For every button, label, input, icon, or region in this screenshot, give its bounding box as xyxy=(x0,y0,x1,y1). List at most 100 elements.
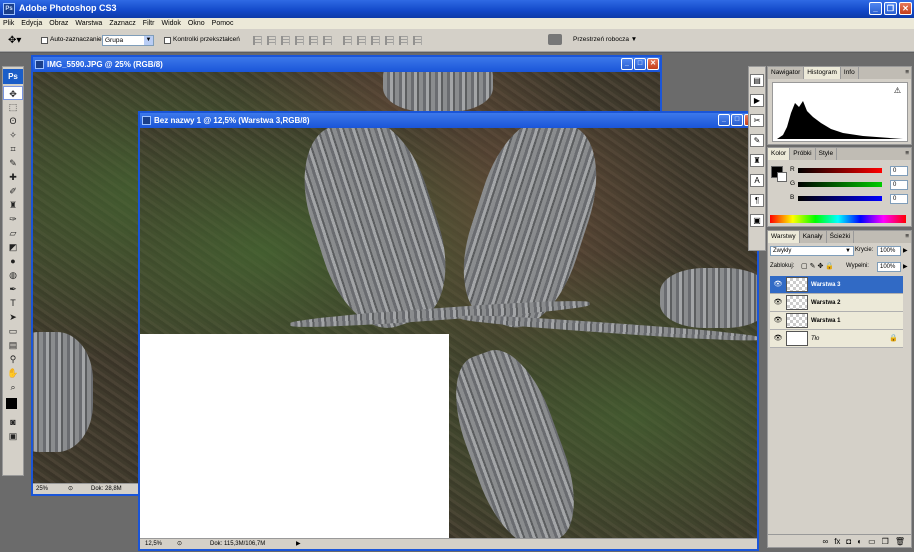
path-selection-tool-icon[interactable]: ➤ xyxy=(3,310,23,324)
panel-menu-icon[interactable]: ≡ xyxy=(903,231,911,243)
distribute-right-icon[interactable] xyxy=(413,36,422,45)
menu-widok[interactable]: Widok xyxy=(161,18,180,29)
align-top-icon[interactable] xyxy=(253,36,262,45)
tab-color[interactable]: Kolor xyxy=(768,148,791,160)
status-info-icon[interactable]: ⊙ xyxy=(68,484,73,494)
character-panel-icon[interactable]: A xyxy=(750,174,764,187)
foreground-color-swatch[interactable] xyxy=(6,398,17,409)
eyedropper-tool-icon[interactable]: ⚲ xyxy=(3,352,23,366)
close-button[interactable]: ✕ xyxy=(899,2,912,15)
color-spectrum-bar[interactable] xyxy=(770,215,906,223)
zoom-tool-icon[interactable]: ⌕ xyxy=(3,380,23,394)
document-title-bar[interactable]: IMG_5590.JPG @ 25% (RGB/8) _ □ ✕ xyxy=(33,57,660,72)
doc1-minimize-button[interactable]: _ xyxy=(621,58,633,70)
delete-layer-icon[interactable]: 🗑 xyxy=(895,535,905,547)
slice-tool-icon[interactable]: ✎ xyxy=(3,156,23,170)
tab-channels[interactable]: Kanały xyxy=(800,231,827,243)
blue-slider[interactable] xyxy=(798,196,882,201)
layer-comps-icon[interactable]: ▣ xyxy=(750,214,764,227)
menu-plik[interactable]: Plik xyxy=(3,18,14,29)
align-left-icon[interactable] xyxy=(295,36,304,45)
transform-controls-checkbox[interactable] xyxy=(164,37,171,44)
fill-input[interactable]: 100% xyxy=(877,262,901,272)
green-value-input[interactable]: 0 xyxy=(890,180,908,190)
lasso-tool-icon[interactable]: ʘ xyxy=(3,114,23,128)
fill-arrow-icon[interactable]: ▶ xyxy=(903,263,908,270)
align-bottom-icon[interactable] xyxy=(281,36,290,45)
layer-row[interactable]: 👁 Warstwa 3 xyxy=(770,276,903,294)
move-tool-icon[interactable]: ✥ xyxy=(3,86,23,100)
layer-mask-icon[interactable]: ◘ xyxy=(846,535,851,547)
menu-okno[interactable]: Okno xyxy=(188,18,205,29)
menu-obraz[interactable]: Obraz xyxy=(49,18,68,29)
bridge-icon[interactable] xyxy=(548,34,562,45)
menu-warstwa[interactable]: Warstwa xyxy=(75,18,102,29)
distribute-top-icon[interactable] xyxy=(343,36,352,45)
clone-stamp-tool-icon[interactable]: ♜ xyxy=(3,198,23,212)
minimize-button[interactable]: _ xyxy=(869,2,882,15)
menu-edycja[interactable]: Edycja xyxy=(21,18,42,29)
marquee-tool-icon[interactable]: ⬚ xyxy=(3,100,23,114)
align-right-icon[interactable] xyxy=(323,36,332,45)
paragraph-panel-icon[interactable]: ¶ xyxy=(750,194,764,207)
zoom-value[interactable]: 12,5% xyxy=(145,539,162,549)
brushes-panel-icon[interactable]: ✎ xyxy=(750,134,764,147)
layer-row[interactable]: 👁 Warstwa 2 xyxy=(770,294,903,312)
doc2-minimize-button[interactable]: _ xyxy=(718,114,730,126)
doc1-close-button[interactable]: ✕ xyxy=(647,58,659,70)
notes-tool-icon[interactable]: ▤ xyxy=(3,338,23,352)
panel-menu-icon[interactable]: ≡ xyxy=(903,148,911,160)
gradient-tool-icon[interactable]: ◩ xyxy=(3,240,23,254)
warning-icon[interactable]: ⚠ xyxy=(894,86,901,95)
link-layers-icon[interactable]: ∞ xyxy=(822,535,828,547)
eye-icon[interactable]: 👁 xyxy=(773,294,783,312)
eraser-tool-icon[interactable]: ▱ xyxy=(3,226,23,240)
blur-tool-icon[interactable]: ● xyxy=(3,254,23,268)
layer-row[interactable]: 👁 Warstwa 1 xyxy=(770,312,903,330)
magic-wand-tool-icon[interactable]: ✧ xyxy=(3,128,23,142)
distribute-hcenter-icon[interactable] xyxy=(399,36,408,45)
crop-tool-icon[interactable]: ⌗ xyxy=(3,142,23,156)
shape-tool-icon[interactable]: ▭ xyxy=(3,324,23,338)
history-brush-tool-icon[interactable]: ✑ xyxy=(3,212,23,226)
blue-value-input[interactable]: 0 xyxy=(890,194,908,204)
layer-row[interactable]: 👁 Tło 🔒 xyxy=(770,330,903,348)
brush-tool-icon[interactable]: ✐ xyxy=(3,184,23,198)
dodge-tool-icon[interactable]: ◍ xyxy=(3,268,23,282)
quick-mask-icon[interactable]: ◙ xyxy=(3,415,23,429)
red-value-input[interactable]: 0 xyxy=(890,166,908,176)
opacity-arrow-icon[interactable]: ▶ xyxy=(903,247,908,254)
tab-styles[interactable]: Style xyxy=(816,148,838,160)
clone-source-icon[interactable]: ♜ xyxy=(750,154,764,167)
align-vcenter-icon[interactable] xyxy=(267,36,276,45)
document-canvas[interactable] xyxy=(140,128,757,540)
menu-zaznacz[interactable]: Zaznacz xyxy=(109,18,135,29)
green-slider[interactable] xyxy=(798,182,882,187)
eye-icon[interactable]: 👁 xyxy=(773,312,783,330)
tab-histogram[interactable]: Histogram xyxy=(804,67,841,79)
workspace-menu[interactable]: Przestrzeń robocza ▼ xyxy=(573,36,637,43)
type-tool-icon[interactable]: T xyxy=(3,296,23,310)
eye-icon[interactable]: 👁 xyxy=(773,330,783,348)
menu-pomoc[interactable]: Pomoc xyxy=(212,18,234,29)
pen-tool-icon[interactable]: ✒ xyxy=(3,282,23,296)
tab-info[interactable]: Info xyxy=(841,67,859,79)
panel-menu-icon[interactable]: ≡ xyxy=(903,67,911,79)
status-info-icon[interactable]: ⊙ xyxy=(177,539,182,549)
doc1-maximize-button[interactable]: □ xyxy=(634,58,646,70)
move-tool-preset-icon[interactable]: ✥▾ xyxy=(8,35,21,46)
eye-icon[interactable]: 👁 xyxy=(773,276,783,294)
align-hcenter-icon[interactable] xyxy=(309,36,318,45)
distribute-bottom-icon[interactable] xyxy=(371,36,380,45)
doc2-maximize-button[interactable]: □ xyxy=(731,114,743,126)
adjustment-layer-icon[interactable]: ◐ xyxy=(857,535,862,547)
menu-filtr[interactable]: Filtr xyxy=(143,18,155,29)
history-panel-icon[interactable]: ▤ xyxy=(750,74,764,87)
status-menu-arrow-icon[interactable]: ▶ xyxy=(296,539,301,549)
tab-paths[interactable]: Ścieżki xyxy=(827,231,855,243)
tab-layers[interactable]: Warstwy xyxy=(768,231,800,243)
lock-icons[interactable]: ▢✎✥🔒 xyxy=(801,262,836,270)
actions-panel-icon[interactable]: ▶ xyxy=(750,94,764,107)
restore-button[interactable]: ❐ xyxy=(884,2,897,15)
auto-select-checkbox[interactable] xyxy=(41,37,48,44)
